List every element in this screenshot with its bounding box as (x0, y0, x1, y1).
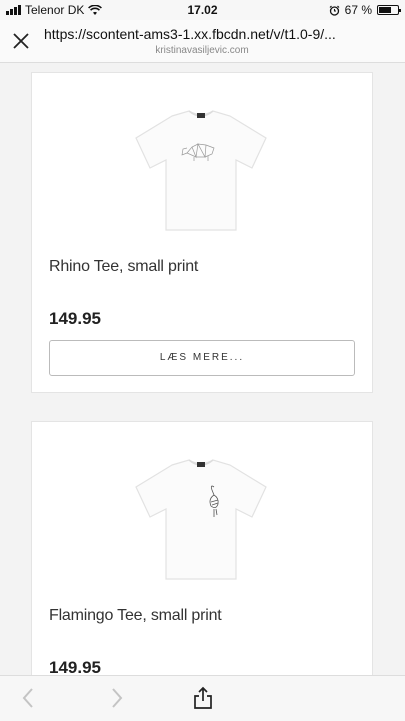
url-text[interactable]: https://scontent-ams3-1.xx.fbcdn.net/v/t… (44, 26, 394, 42)
product-price: 149.95 (49, 309, 101, 328)
battery-fill (379, 7, 392, 13)
close-icon[interactable] (11, 31, 31, 51)
status-bar: Telenor DK 17.02 67 % (0, 0, 405, 20)
read-more-button[interactable]: LÆS MERE... (49, 340, 355, 376)
chevron-left-icon[interactable] (17, 686, 41, 710)
product-card: Rhino Tee, small print 149.95 LÆS MERE..… (31, 72, 373, 393)
alarm-icon (329, 5, 340, 16)
product-name[interactable]: Flamingo Tee, small print (49, 607, 222, 625)
product-card: Flamingo Tee, small print 149.95 (31, 421, 373, 675)
product-name[interactable]: Rhino Tee, small print (49, 258, 198, 276)
product-price: 149.95 (49, 658, 101, 675)
chevron-right-icon[interactable] (104, 686, 128, 710)
battery-percent: 67 % (344, 3, 372, 17)
tshirt-image[interactable] (134, 108, 268, 233)
status-right: 67 % (329, 3, 401, 17)
domain-text: kristinavasiljevic.com (155, 45, 249, 56)
share-icon[interactable] (191, 686, 215, 710)
tshirt-image[interactable] (134, 457, 268, 582)
page-content[interactable]: Rhino Tee, small print 149.95 LÆS MERE..… (0, 63, 405, 675)
browser-header: https://scontent-ams3-1.xx.fbcdn.net/v/t… (0, 20, 405, 63)
browser-toolbar (0, 675, 405, 721)
battery-icon (377, 5, 401, 15)
